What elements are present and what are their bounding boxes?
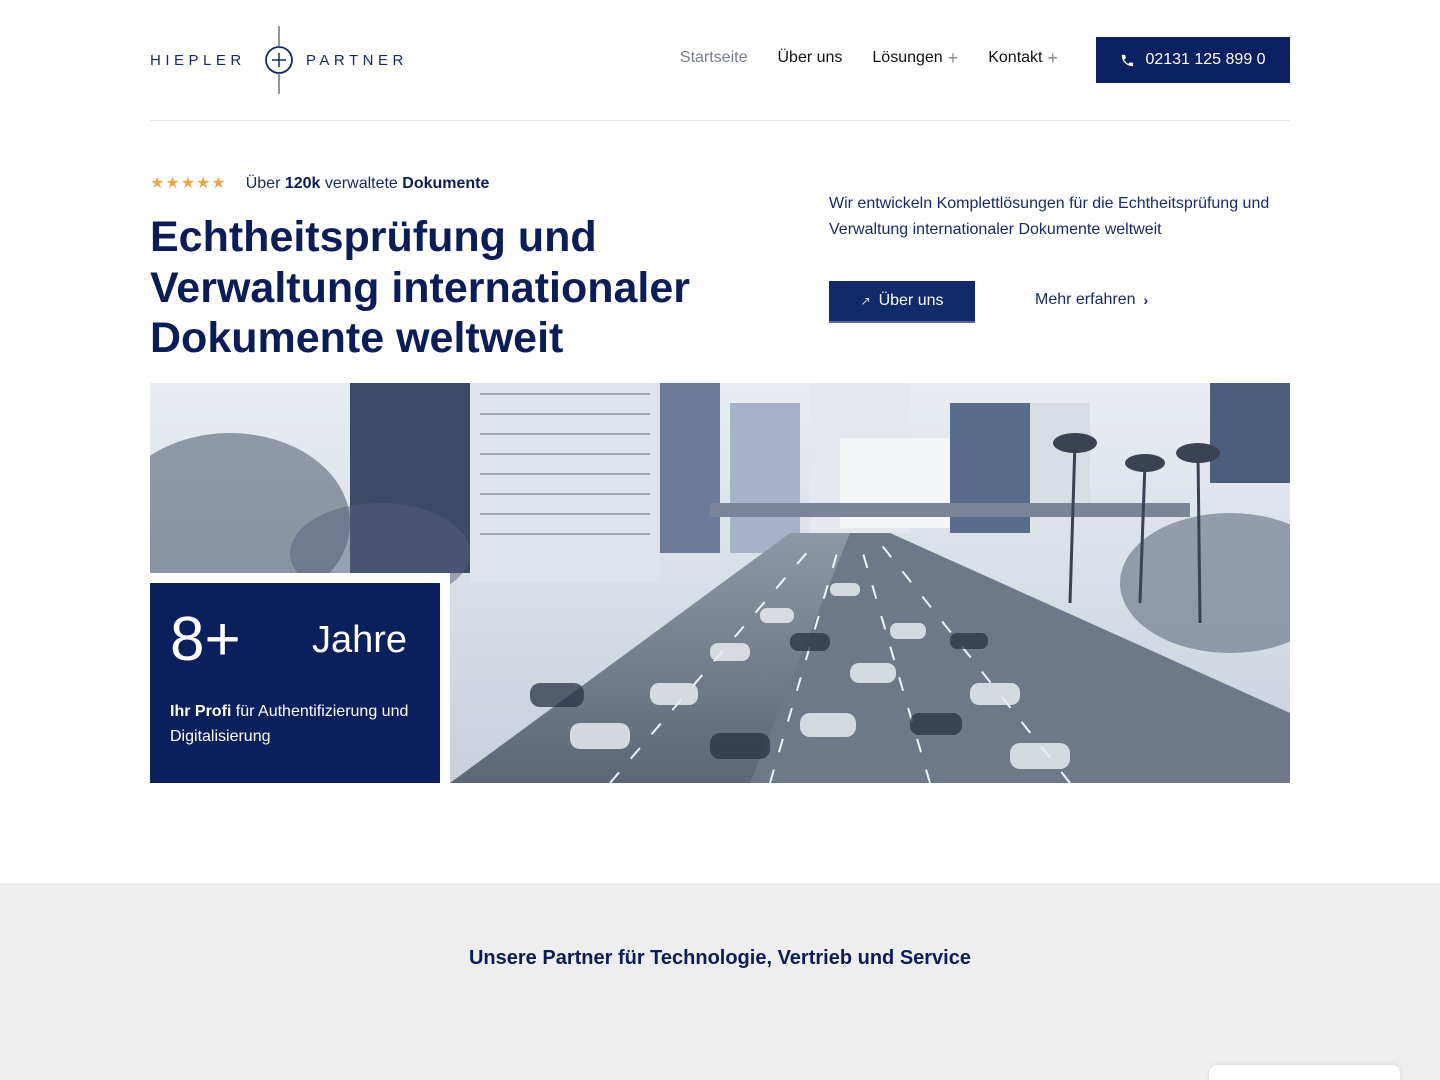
headline-text-1: und: [517, 213, 597, 261]
phone-icon: [1122, 54, 1134, 66]
site-header: HIEPLER PARTNER Startseite Über uns Lösu…: [150, 0, 1290, 121]
phone-number: 02131 125 899 0: [1145, 51, 1266, 68]
page-title: Echtheitsprüfung und Verwaltung internat…: [150, 212, 750, 364]
learn-more-label: Mehr erfahren: [1035, 291, 1136, 308]
partners-section: Unsere Partner für Technologie, Vertrieb…: [0, 883, 1440, 1080]
star-icon: ★: [150, 175, 165, 192]
rating-stars: ★ ★ ★ ★ ★: [150, 176, 226, 192]
headline-bold-1: Echtheitsprüfung: [150, 213, 506, 261]
star-icon: ★: [196, 175, 211, 192]
stat-desc-bold: Ihr Profi: [170, 703, 232, 720]
nav-startseite[interactable]: Startseite: [680, 49, 748, 67]
star-icon: ★: [165, 175, 180, 192]
nav-label: Über uns: [777, 49, 843, 66]
hiepler-partner-logo[interactable]: HIEPLER PARTNER: [150, 26, 410, 94]
stat-description: Ihr Profi für Authentifizierung und Digi…: [170, 699, 430, 749]
partners-title: Unsere Partner für Technologie, Vertrieb…: [468, 947, 971, 969]
nav-label: Lösungen: [872, 49, 943, 66]
logo-cross-icon: [265, 26, 293, 94]
nav-label: Kontakt: [988, 49, 1043, 66]
about-us-button[interactable]: ↗ Über uns: [829, 281, 975, 323]
rating-prefix: Über: [245, 175, 281, 192]
rating-mid: verwaltete: [324, 175, 398, 192]
star-icon: ★: [180, 175, 196, 192]
nav-loesungen[interactable]: Lösungen +: [872, 49, 958, 67]
experience-stat-card: 8+ Jahre Ihr Profi für Authentifizierung…: [150, 583, 440, 783]
nav-label: Startseite: [679, 49, 748, 66]
hero-intro: Wir entwickeln Komplettlösungen für die …: [829, 195, 1270, 238]
headline-bold-2: Verwaltung: [150, 263, 380, 312]
rating-row: ★ ★ ★ ★ ★ Über 120k verwaltete Dokumente: [150, 175, 489, 193]
plus-icon: +: [1047, 48, 1058, 68]
rating-suffix: Dokumente: [402, 175, 490, 192]
chevron-right-icon: ›: [1143, 292, 1149, 308]
rating-count: 120k: [284, 175, 321, 192]
main-nav: Startseite Über uns Lösungen + Kontakt +: [650, 49, 1058, 67]
about-us-label: Über uns: [878, 292, 944, 309]
chat-widget-tab[interactable]: [1209, 1065, 1400, 1080]
phone-button[interactable]: 02131 125 899 0: [1096, 37, 1290, 83]
plus-icon: +: [947, 48, 959, 68]
logo-word-right: PARTNER: [306, 52, 408, 69]
arrow-up-right-icon: ↗: [860, 294, 871, 308]
nav-kontakt[interactable]: Kontakt +: [988, 49, 1058, 67]
stat-unit: Jahre: [312, 619, 408, 661]
stat-number: 8+: [170, 605, 241, 674]
logo-word-left: HIEPLER: [150, 52, 246, 69]
learn-more-link[interactable]: Mehr erfahren ›: [1035, 291, 1148, 309]
nav-ueber-uns[interactable]: Über uns: [777, 49, 842, 67]
rating-text: Über 120k verwaltete Dokumente: [246, 175, 490, 193]
star-icon: ★: [211, 175, 226, 192]
